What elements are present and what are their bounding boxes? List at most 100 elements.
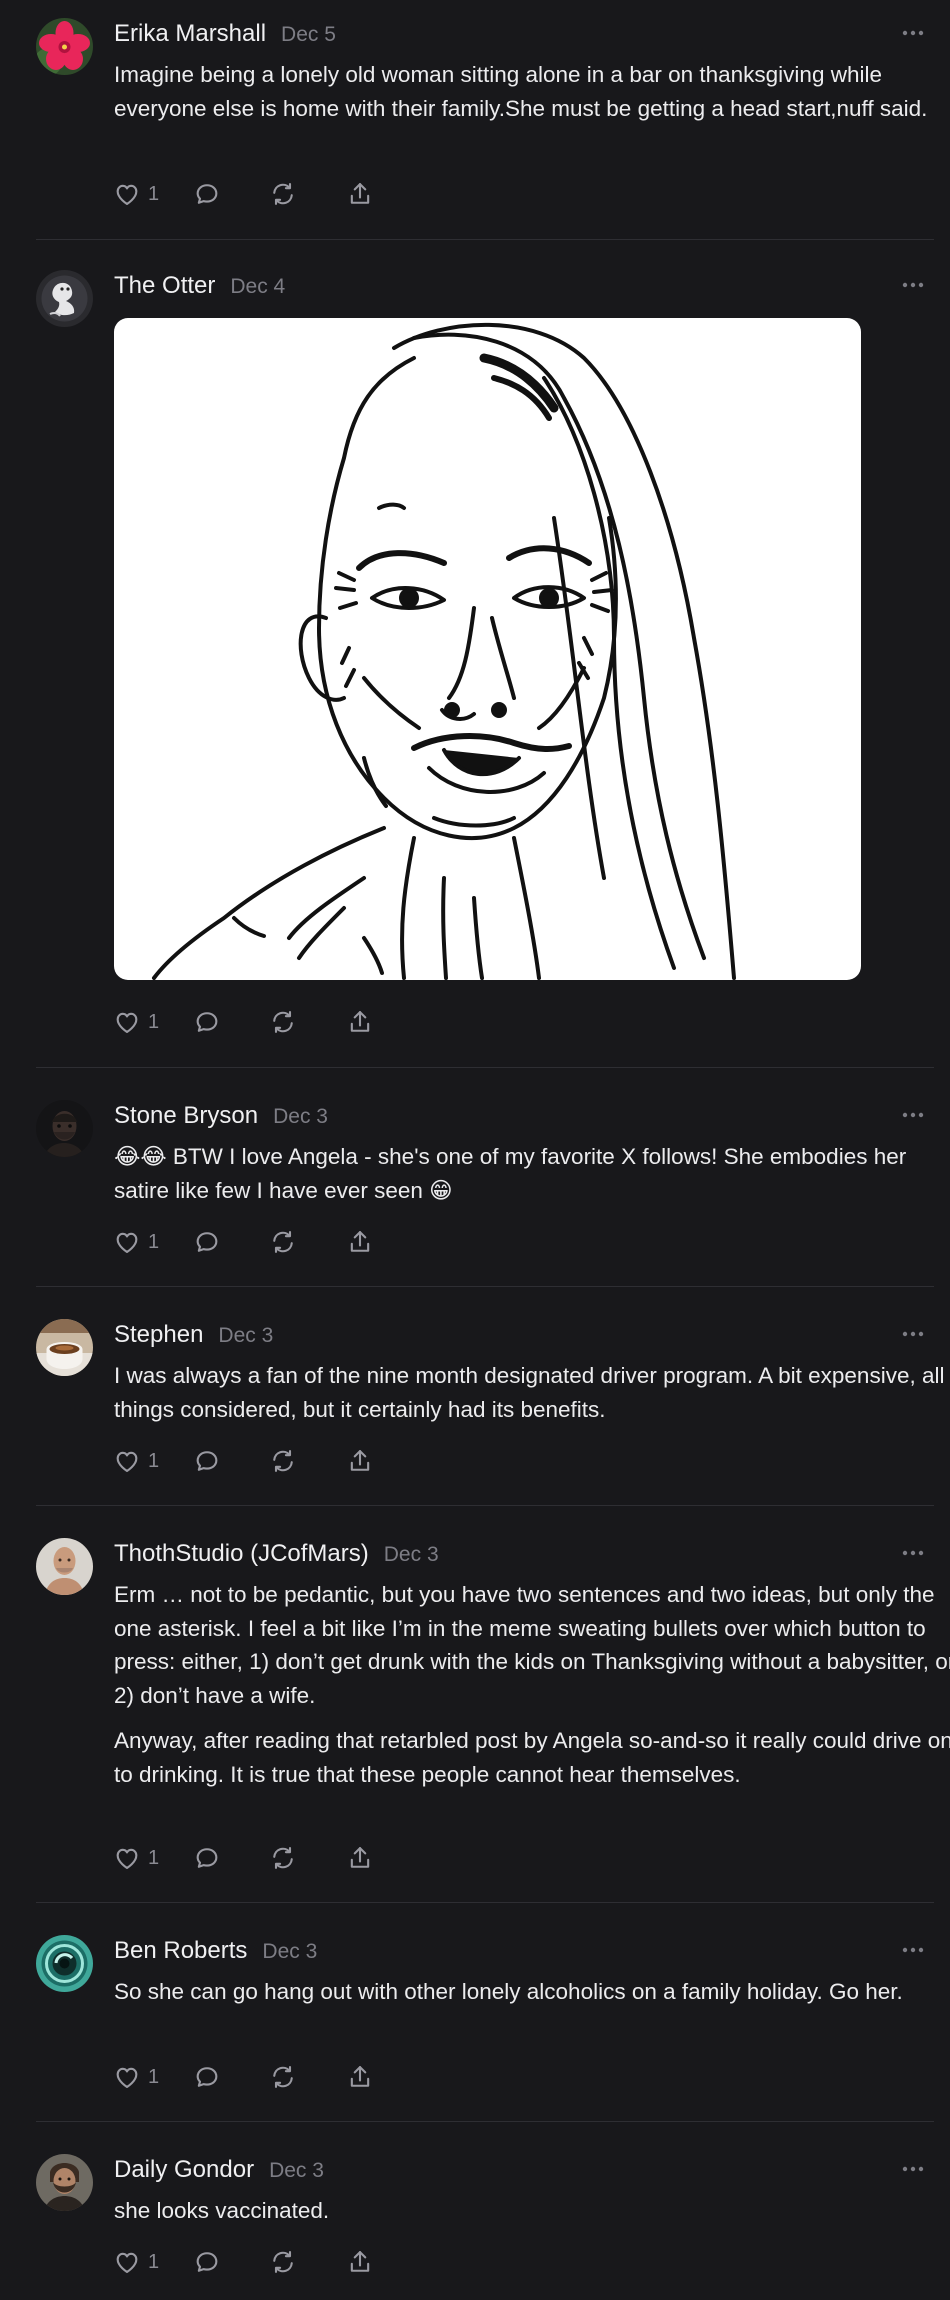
restack-button[interactable] <box>268 1844 345 1872</box>
comment-divider <box>36 239 934 240</box>
otter-sketch-avatar[interactable] <box>36 270 93 327</box>
heart-icon <box>116 184 138 205</box>
comment-bubble-icon <box>196 1451 218 1471</box>
more-options-icon[interactable] <box>898 2162 928 2176</box>
restack-button[interactable] <box>268 2063 345 2091</box>
comment-header: Daily Gondor Dec 3 <box>114 2156 324 2188</box>
author-name[interactable]: Erika Marshall <box>114 20 266 48</box>
dark-portrait-avatar[interactable] <box>36 1100 93 1157</box>
comment-body: Erm … not to be pedantic, but you have t… <box>114 1578 950 1791</box>
restack-button[interactable] <box>268 1008 345 1036</box>
reply-button[interactable] <box>192 2248 268 2276</box>
comment-header: Stone Bryson Dec 3 <box>114 1102 328 1134</box>
author-name[interactable]: Ben Roberts <box>114 1937 247 1965</box>
reply-button[interactable] <box>192 2063 268 2091</box>
author-name[interactable]: Daily Gondor <box>114 2156 254 2184</box>
comment-bubble-icon <box>196 2067 218 2087</box>
restack-button[interactable] <box>268 180 345 208</box>
comment-date[interactable]: Dec 3 <box>384 1543 439 1567</box>
bearded-man-portrait-avatar[interactable] <box>36 2154 93 2211</box>
comment-header: The Otter Dec 4 <box>114 272 285 304</box>
more-options-icon[interactable] <box>898 1943 928 1957</box>
more-options-icon[interactable] <box>898 1546 928 1560</box>
restack-button[interactable] <box>268 2248 345 2276</box>
author-name[interactable]: Stephen <box>114 1321 203 1349</box>
more-options-icon[interactable] <box>898 1108 928 1122</box>
teal-swirl-avatar[interactable] <box>36 1935 93 1992</box>
comment-date[interactable]: Dec 3 <box>262 1940 317 1964</box>
heart-icon <box>116 2252 138 2273</box>
reply-button[interactable] <box>192 1008 268 1036</box>
comment-divider <box>36 2121 934 2122</box>
share-button[interactable] <box>345 180 385 208</box>
share-button[interactable] <box>345 2063 385 2091</box>
restack-button[interactable] <box>268 1447 345 1475</box>
like-count: 1 <box>148 1846 160 1869</box>
like-button[interactable]: 1 <box>112 1228 192 1256</box>
comment-actions: 1 <box>112 1004 385 1040</box>
share-button[interactable] <box>345 1844 385 1872</box>
heart-icon <box>116 2067 138 2088</box>
reply-button[interactable] <box>192 1447 268 1475</box>
like-button[interactable]: 1 <box>112 1447 192 1475</box>
comment-bubble-icon <box>196 1232 218 1252</box>
like-button[interactable]: 1 <box>112 1844 192 1872</box>
share-button[interactable] <box>345 1008 385 1036</box>
comment-divider <box>36 1286 934 1287</box>
comment-bubble-icon <box>196 184 218 204</box>
heart-icon <box>116 1232 138 1253</box>
reply-button[interactable] <box>192 180 268 208</box>
restack-icon <box>273 183 293 205</box>
heart-icon <box>116 1451 138 1472</box>
share-icon <box>350 1847 370 1868</box>
comment-header: Ben Roberts Dec 3 <box>114 1937 317 1969</box>
line-drawing-of-smiling-woman-face[interactable] <box>114 318 861 980</box>
more-options-icon[interactable] <box>898 26 928 40</box>
author-name[interactable]: ThothStudio (JCofMars) <box>114 1540 369 1568</box>
heart-icon <box>116 1848 138 1869</box>
share-icon <box>350 1011 370 1032</box>
share-button[interactable] <box>345 1447 385 1475</box>
share-button[interactable] <box>345 2248 385 2276</box>
comment-divider <box>36 1067 934 1068</box>
restack-icon <box>273 2066 293 2088</box>
comment-date[interactable]: Dec 4 <box>230 275 285 299</box>
comment-date[interactable]: Dec 5 <box>281 23 336 47</box>
comment-body: Imagine being a lonely old woman sitting… <box>114 58 950 125</box>
comment-text: Erm … not to be pedantic, but you have t… <box>114 1582 950 1708</box>
red-hibiscus-flower-avatar[interactable] <box>36 18 93 75</box>
comment-actions: 1 <box>112 2059 385 2095</box>
author-name[interactable]: Stone Bryson <box>114 1102 258 1130</box>
comment-bubble-icon <box>196 1848 218 1868</box>
comment-text: Imagine being a lonely old woman sitting… <box>114 62 928 121</box>
share-icon <box>350 2251 370 2272</box>
coffee-cup-avatar[interactable] <box>36 1319 93 1376</box>
like-count: 1 <box>148 2250 160 2273</box>
reply-button[interactable] <box>192 1228 268 1256</box>
comment-date[interactable]: Dec 3 <box>273 1105 328 1129</box>
author-name[interactable]: The Otter <box>114 272 215 300</box>
like-count: 1 <box>148 1230 160 1253</box>
reply-button[interactable] <box>192 1844 268 1872</box>
like-count: 1 <box>148 1010 160 1033</box>
more-options-icon[interactable] <box>898 278 928 292</box>
restack-icon <box>273 1231 293 1253</box>
share-icon <box>350 1450 370 1471</box>
more-options-icon[interactable] <box>898 1327 928 1341</box>
restack-icon <box>273 2251 293 2273</box>
comment-header: Stephen Dec 3 <box>114 1321 273 1353</box>
comment-header: Erika Marshall Dec 5 <box>114 20 336 52</box>
like-button[interactable]: 1 <box>112 2248 192 2276</box>
restack-button[interactable] <box>268 1228 345 1256</box>
comment-actions: 1 <box>112 1224 385 1260</box>
comment-date[interactable]: Dec 3 <box>218 1324 273 1348</box>
like-button[interactable]: 1 <box>112 180 192 208</box>
bald-man-portrait-avatar[interactable] <box>36 1538 93 1595</box>
comment-actions: 1 <box>112 1443 385 1479</box>
share-button[interactable] <box>345 1228 385 1256</box>
like-button[interactable]: 1 <box>112 2063 192 2091</box>
comment-body: So she can go hang out with other lonely… <box>114 1975 950 2009</box>
like-button[interactable]: 1 <box>112 1008 192 1036</box>
comment-date[interactable]: Dec 3 <box>269 2159 324 2183</box>
comment-text: 😂😂 BTW I love Angela - she's one of my f… <box>114 1144 907 1203</box>
